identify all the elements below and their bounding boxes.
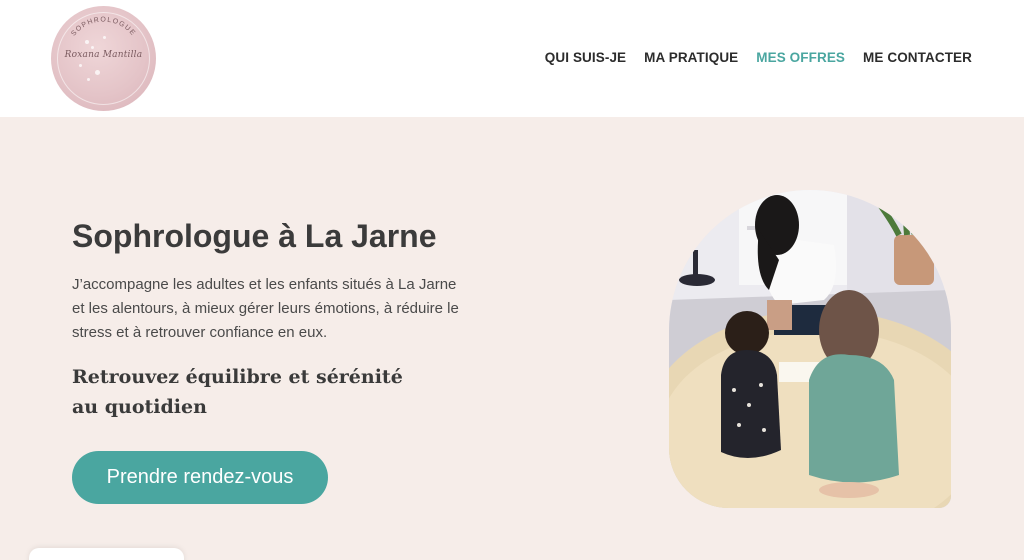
nav-item-ma-pratique[interactable]: MA PRATIQUE xyxy=(644,50,738,65)
logo-sparkle xyxy=(85,40,89,44)
nav-item-qui-suis-je[interactable]: QUI SUIS-JE xyxy=(545,50,626,65)
logo-script-name: Roxana Mantilla xyxy=(64,50,143,60)
book-appointment-button[interactable]: Prendre rendez-vous xyxy=(72,451,328,504)
logo-sparkle xyxy=(95,70,100,75)
main-nav: QUI SUIS-JE MA PRATIQUE MES OFFRES ME CO… xyxy=(545,50,972,65)
page-title: Sophrologue à La Jarne xyxy=(72,218,437,254)
logo-sparkle xyxy=(103,36,106,39)
nav-item-me-contacter[interactable]: ME CONTACTER xyxy=(863,50,972,65)
svg-text:SOPHROLOGUE: SOPHROLOGUE xyxy=(70,16,136,37)
logo[interactable]: SOPHROLOGUE Roxana Mantilla xyxy=(51,6,156,111)
bottom-floating-card xyxy=(29,548,184,560)
site-header: SOPHROLOGUE Roxana Mantilla QUI SUIS-JE … xyxy=(0,0,1024,117)
hero-photo-illustration xyxy=(669,190,951,508)
hero-subtitle: Retrouvez équilibre et sérénité au quoti… xyxy=(72,366,403,418)
logo-sparkle xyxy=(79,64,82,67)
hero-photo xyxy=(669,190,951,508)
nav-item-mes-offres[interactable]: MES OFFRES xyxy=(756,50,845,65)
hero-description: J’accompagne les adultes et les enfants … xyxy=(72,276,459,341)
logo-sparkle xyxy=(91,46,94,49)
logo-sparkle xyxy=(87,78,90,81)
